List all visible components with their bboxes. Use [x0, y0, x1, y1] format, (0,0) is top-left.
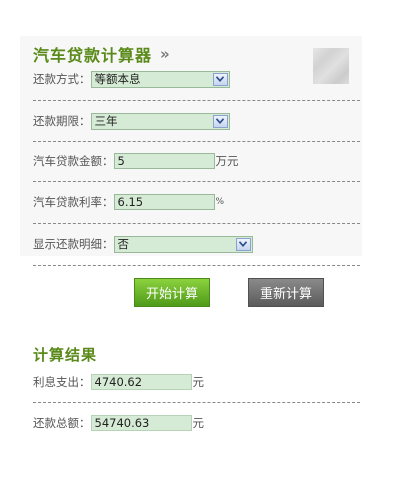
total-unit: 元 [192, 416, 205, 430]
loan-amount-unit: 万元 [215, 154, 239, 168]
repayment-term-label: 还款期限： [33, 114, 91, 128]
loan-amount-label: 汽车贷款金额： [33, 154, 114, 168]
loan-rate-input[interactable] [113, 194, 215, 210]
show-details-value: 否 [117, 237, 130, 251]
repayment-term-row: 还款期限： 三年 [33, 108, 360, 134]
repayment-method-row: 还款方式： 等额本息 [33, 66, 360, 92]
row-divider [33, 181, 360, 182]
interest-value: 4740.62 [90, 374, 192, 390]
loan-amount-input[interactable] [113, 153, 215, 169]
start-calculation-button[interactable]: 开始计算 [134, 278, 210, 307]
row-divider [33, 141, 360, 142]
repayment-term-value: 三年 [94, 114, 118, 128]
row-divider [33, 223, 360, 224]
repayment-method-value: 等额本息 [94, 72, 141, 86]
row-divider [33, 402, 360, 403]
loan-rate-row: 汽车贷款利率： % [33, 189, 360, 215]
row-divider [33, 265, 360, 266]
dropdown-arrow-icon[interactable] [212, 72, 228, 86]
reset-calculation-button[interactable]: 重新计算 [248, 278, 324, 307]
loan-rate-unit: % [215, 197, 225, 207]
loan-amount-row: 汽车贷款金额： 万元 [33, 148, 360, 174]
dropdown-arrow-icon[interactable] [235, 237, 251, 251]
total-row: 还款总额： 54740.63 元 [33, 410, 360, 436]
show-details-label: 显示还款明细： [33, 237, 114, 251]
row-divider [33, 100, 360, 101]
interest-row: 利息支出： 4740.62 元 [33, 369, 360, 395]
repayment-method-label: 还款方式： [33, 72, 91, 86]
interest-label: 利息支出： [33, 375, 91, 389]
calculator-header: 汽车贷款计算器 » [33, 43, 170, 65]
loan-rate-label: 汽车贷款利率： [33, 195, 114, 209]
repayment-term-select[interactable]: 三年 [90, 112, 230, 130]
total-label: 还款总额： [33, 416, 91, 430]
show-details-select[interactable]: 否 [113, 235, 253, 253]
total-value: 54740.63 [90, 415, 192, 431]
result-title: 计算结果 [33, 346, 98, 364]
calculator-title: 汽车贷款计算器 [33, 46, 153, 65]
show-details-row: 显示还款明细： 否 [33, 231, 360, 257]
repayment-method-select[interactable]: 等额本息 [90, 70, 230, 88]
interest-unit: 元 [192, 375, 205, 389]
double-chevron-right-icon: » [160, 45, 170, 63]
dropdown-arrow-icon[interactable] [212, 114, 228, 128]
